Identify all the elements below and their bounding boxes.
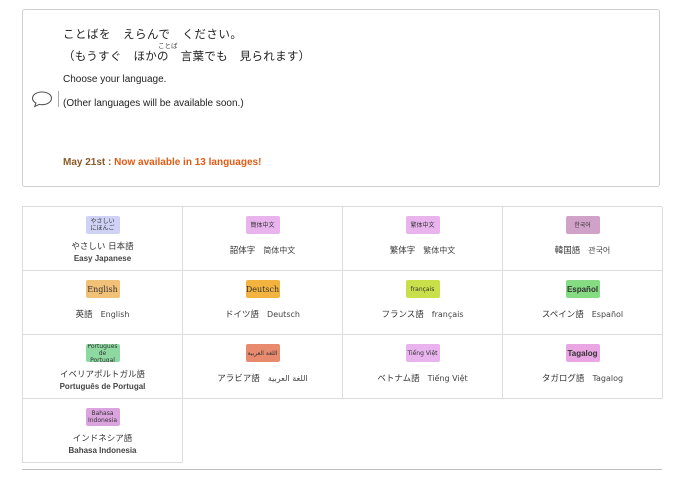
language-badge-text: Tagalog <box>567 348 598 358</box>
language-native-name: Português de Portugal <box>59 382 146 391</box>
language-label-row: 韶体字 简体中文 <box>183 244 342 256</box>
news-highlight: Now available in 13 languages! <box>114 157 262 168</box>
coming-soon-japanese-part1: （もうすぐ ほかの <box>63 49 181 63</box>
language-badge[interactable]: Español <box>565 280 600 298</box>
language-name: イベリアポルトガル語 <box>59 370 145 380</box>
language-native-name: français <box>431 310 464 319</box>
language-name: フランス語 <box>381 310 424 320</box>
language-name: 繁体字 <box>389 246 416 256</box>
language-name: ベトナム語 <box>377 374 420 384</box>
language-badge-text: français <box>410 285 435 293</box>
language-name: スペイン語 <box>541 310 584 320</box>
instruction-japanese: ことばを えらんで ください。 <box>63 27 243 41</box>
language-badge-text: اللغة العربية <box>247 349 278 357</box>
language-badge-text: 한국어 <box>574 221 591 229</box>
language-badge-text: やさしい にほんご <box>90 218 115 232</box>
language-native-name: 관국어 <box>588 246 611 255</box>
language-badge[interactable]: Deutsch <box>245 280 280 298</box>
language-badge[interactable]: Tagalog <box>565 344 600 362</box>
language-native-name: Tiếng Việt <box>427 374 468 383</box>
language-label-row: スペイン語 Español <box>503 308 662 320</box>
language-option[interactable]: Español スペイン語 Español <box>503 271 663 335</box>
language-badge[interactable]: Bahasa Indonesia <box>85 408 120 426</box>
language-notice-panel: ことばを えらんで ください。 ことば （もうすぐ ほかの 言葉でも 見られます… <box>22 9 660 187</box>
language-label-row: 英語 English <box>23 308 182 320</box>
language-option[interactable]: Tiếng Việt ベトナム語 Tiếng Việt <box>343 335 503 399</box>
language-badge-text: Español <box>566 284 599 294</box>
language-badge-text: Tiếng Việt <box>407 349 438 357</box>
language-label-row: 繁体字 繁体中文 <box>343 244 502 256</box>
language-native-name: Español <box>591 310 624 319</box>
language-badge-text: Deutsch <box>245 284 280 294</box>
language-option[interactable]: اللغة العربية アラビア語 اللغة العربية <box>183 335 343 399</box>
speech-bubble-icon[interactable] <box>31 90 53 108</box>
language-native-name: Easy Japanese <box>73 254 132 263</box>
language-badge[interactable]: français <box>405 280 440 298</box>
language-native-name: اللغة العربية <box>267 374 308 383</box>
language-native-name: 简体中文 <box>263 246 296 255</box>
coming-soon-english: (Other languages will be available soon.… <box>63 98 244 109</box>
language-label-row: フランス語 français <box>343 308 502 320</box>
language-badge[interactable]: 한국어 <box>565 216 600 234</box>
language-native-name: 繁体中文 <box>423 246 456 255</box>
language-label-row: ベトナム語 Tiếng Việt <box>343 372 502 384</box>
language-native-name: Bahasa Indonesia <box>68 446 137 455</box>
language-option[interactable]: 簡体中文韶体字 简体中文 <box>183 207 343 271</box>
language-name: やさしい 日本語 <box>71 242 134 252</box>
language-option[interactable]: français フランス語 français <box>343 271 503 335</box>
language-label-row: 韓国語 관국어 <box>503 244 662 256</box>
coming-soon-japanese-part3: でも 見られます） <box>204 49 311 63</box>
bottom-divider <box>22 469 662 470</box>
language-badge-text: 簡体中文 <box>250 221 275 229</box>
language-label-row: アラビア語 اللغة العربية <box>183 372 342 384</box>
instruction-english: Choose your language. <box>63 74 167 85</box>
language-native-name: Deutsch <box>267 310 300 319</box>
language-option[interactable]: English 英語 English <box>23 271 183 335</box>
language-badge[interactable]: اللغة العربية <box>245 344 280 362</box>
language-native-name: Tagalog <box>592 374 624 383</box>
language-label-row: タガログ語 Tagalog <box>503 372 662 384</box>
language-name: タガログ語 <box>541 374 585 384</box>
language-option[interactable]: Tagalog タガログ語 Tagalog <box>503 335 663 399</box>
language-name: インドネシア語 <box>72 434 133 444</box>
language-option[interactable]: Português de Portugal イベリアポルトガル語 Português… <box>23 335 183 399</box>
language-badge[interactable]: 繁体中文 <box>405 216 440 234</box>
language-native-name: English <box>100 310 130 319</box>
language-badge[interactable]: Tiếng Việt <box>405 344 440 362</box>
text-cursor-divider <box>58 91 59 107</box>
language-name: ドイツ語 <box>225 310 260 320</box>
language-badge[interactable]: Português de Portugal <box>85 344 120 362</box>
news-line: May 21st : Now available in 13 languages… <box>63 157 261 168</box>
coming-soon-japanese-part2: 言葉 <box>180 49 205 63</box>
language-badge-text: 繁体中文 <box>410 221 435 229</box>
language-badge-text: Bahasa Indonesia <box>87 410 117 424</box>
language-option[interactable]: 繁体中文 繁体字 繁体中文 <box>343 207 503 271</box>
language-badge-text: Português de Portugal <box>87 344 118 362</box>
language-name: 韶体字 <box>229 246 256 256</box>
language-option[interactable]: 한국어 韓国語 관국어 <box>503 207 663 271</box>
language-option[interactable]: Bahasa Indonesia インドネシア語 Bahasa Indonesia <box>23 399 183 463</box>
language-badge[interactable]: 簡体中文 <box>245 216 280 234</box>
language-option[interactable]: Deutsch ドイツ語 Deutsch <box>183 271 343 335</box>
language-badge-text: English <box>87 284 118 294</box>
language-name: アラビア語 <box>217 374 260 384</box>
coming-soon-japanese: （もうすぐ ほかの 言葉でも 見られます） <box>63 48 310 64</box>
language-name: 英語 <box>75 310 93 320</box>
language-option[interactable]: やさしい にほんごやさしい 日本語 Easy Japanese <box>23 207 183 271</box>
language-badge[interactable]: やさしい にほんご <box>85 216 120 234</box>
news-date: May 21st : <box>63 157 115 168</box>
language-label-row: ドイツ語 Deutsch <box>183 308 342 320</box>
language-badge[interactable]: English <box>85 280 120 298</box>
language-name: 韓国語 <box>554 246 581 256</box>
language-grid: やさしい にほんごやさしい 日本語 Easy Japanese 簡体中文韶体字 简体中… <box>22 206 663 463</box>
